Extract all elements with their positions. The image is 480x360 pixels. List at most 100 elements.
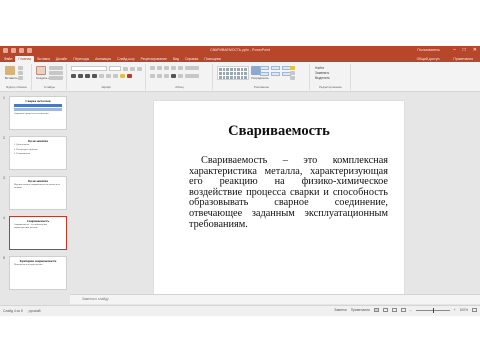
window-title: СВАРИВАЕМОСТЬ.pptx - PowerPoint [210,48,270,52]
close-button[interactable]: ✕ [473,47,477,53]
shape-outline-icon[interactable] [290,71,295,75]
format-painter-icon[interactable] [18,76,23,80]
title-bar: СВАРИВАЕМОСТЬ.pptx - PowerPoint Пользова… [0,46,480,55]
bullets-icon[interactable] [150,66,155,70]
thumbnail-banner [14,104,62,107]
thumbnail-card: Сварка металлов Сварочные процессы и тех… [9,96,67,130]
group-editing: Найти Заменить Выделить Редактирование [311,64,351,90]
font-selectors [71,66,142,71]
layout-button[interactable] [49,66,63,70]
numbering-icon[interactable] [157,66,162,70]
align-buttons [150,74,199,78]
group-slides: Создать слайд Слайды [33,64,67,90]
change-case-icon[interactable] [113,74,118,78]
thumbnail-banner [14,108,62,111]
fit-to-window-icon[interactable] [472,308,477,312]
ribbon-tabs: Файл Главная Вставка Дизайн Переходы Ани… [0,55,480,62]
zoom-in-icon[interactable]: + [454,308,456,312]
group-paragraph: Абзац [147,64,213,90]
ribbon: Вставить Буфер обмена Создать слайд Слай… [0,62,480,92]
smartart-button[interactable] [185,74,199,78]
thumbnail-card-selected: Свариваемость Свариваемость – это компле… [9,216,67,250]
spacing-icon[interactable] [106,74,111,78]
zoom-slider[interactable] [415,307,450,313]
slides-small-buttons [49,66,63,80]
notes-pane[interactable]: Заметки к слайду [70,294,480,304]
notes-placeholder: Заметки к слайду [82,297,109,301]
zoom-out-icon[interactable]: – [410,308,412,312]
shape-format-buttons [290,66,295,80]
select-button[interactable]: Выделить [315,76,330,80]
underline-icon[interactable] [85,74,90,78]
line-spacing-icon[interactable] [178,66,183,70]
current-slide[interactable]: Свариваемость Свариваемость – это компле… [154,101,404,296]
language-indicator[interactable]: русский [29,309,41,313]
minimize-button[interactable]: – [453,47,456,53]
columns-icon[interactable] [178,74,183,78]
shadow-icon[interactable] [99,74,104,78]
clipboard-small-buttons [18,66,23,80]
group-font: Шрифт [68,64,146,90]
comments-toggle[interactable]: Примечания [351,308,370,312]
new-slide-icon [36,66,46,75]
group-clipboard: Вставить Буфер обмена [2,64,32,90]
slide-sorter-icon[interactable] [382,308,388,312]
zoom-level[interactable]: 100% [460,308,468,312]
justify-icon[interactable] [171,74,176,78]
group-drawing: Упорядочить Рисование [214,64,310,90]
copy-icon[interactable] [18,71,23,75]
cut-icon[interactable] [18,66,23,70]
replace-button[interactable]: Заменить [315,71,330,75]
status-bar: Слайд 4 из 5 русский Заметки Примечания … [0,305,480,316]
user-name[interactable]: Пользователь [417,48,440,52]
thumbnail-card: Цели занятия 1. Дать понятие 2. Рассмотр… [9,136,67,170]
reading-view-icon[interactable] [391,308,397,312]
new-slide-button[interactable]: Создать слайд [36,66,57,80]
maximize-button[interactable]: □ [463,47,466,53]
letterbox-top [0,0,480,46]
list-buttons [150,66,199,70]
status-right: Заметки Примечания – + 100% [334,307,477,313]
notes-toggle[interactable]: Заметки [334,308,347,312]
quick-styles-gallery[interactable] [260,66,291,76]
strikethrough-icon[interactable] [92,74,97,78]
shrink-font-icon[interactable] [130,66,135,71]
zoom-slider-thumb[interactable] [432,307,435,313]
decrease-indent-icon[interactable] [164,66,169,70]
shape-effects-icon[interactable] [290,76,295,80]
align-center-icon[interactable] [157,74,162,78]
clear-formatting-icon[interactable] [137,66,142,71]
slide-thumbnails-panel: 1 Сварка металлов Сварочные процессы и т… [0,93,70,305]
slideshow-view-icon[interactable] [400,308,406,312]
powerpoint-window: СВАРИВАЕМОСТЬ.pptx - PowerPoint Пользова… [0,46,480,316]
find-button[interactable]: Найти [315,66,330,70]
align-right-icon[interactable] [164,74,169,78]
paste-icon [5,66,15,75]
highlight-icon[interactable] [120,74,125,78]
shapes-gallery[interactable] [217,66,249,80]
align-left-icon[interactable] [150,74,155,78]
editing-list: Найти Заменить Выделить [315,66,330,80]
shape-fill-icon[interactable] [290,66,295,70]
bold-icon[interactable] [71,74,76,78]
font-color-icon[interactable] [127,74,132,78]
thumbnail-card: Цели занятия Изучить понятие свариваемос… [9,176,67,210]
normal-view-icon[interactable] [373,308,379,312]
reset-button[interactable] [49,71,63,75]
font-size-select[interactable] [109,66,121,71]
section-button[interactable] [49,76,63,80]
italic-icon[interactable] [78,74,83,78]
letterbox-bottom [0,316,480,360]
text-direction-button[interactable] [185,66,199,70]
font-family-select[interactable] [71,66,107,71]
grow-font-icon[interactable] [123,66,128,71]
increase-indent-icon[interactable] [171,66,176,70]
font-style-buttons [71,74,132,78]
slide-title[interactable]: Свариваемость [154,123,404,140]
status-left: Слайд 4 из 5 русский [3,309,41,313]
slide-counter: Слайд 4 из 5 [3,309,23,313]
paste-button[interactable]: Вставить [5,66,18,80]
slide-body-text[interactable]: Свариваемость – это комплексная характер… [189,155,388,230]
slide-editor: Свариваемость Свариваемость – это компле… [70,93,480,305]
thumbnail-card: Критерии свариваемости Показатели и мето… [9,256,67,290]
